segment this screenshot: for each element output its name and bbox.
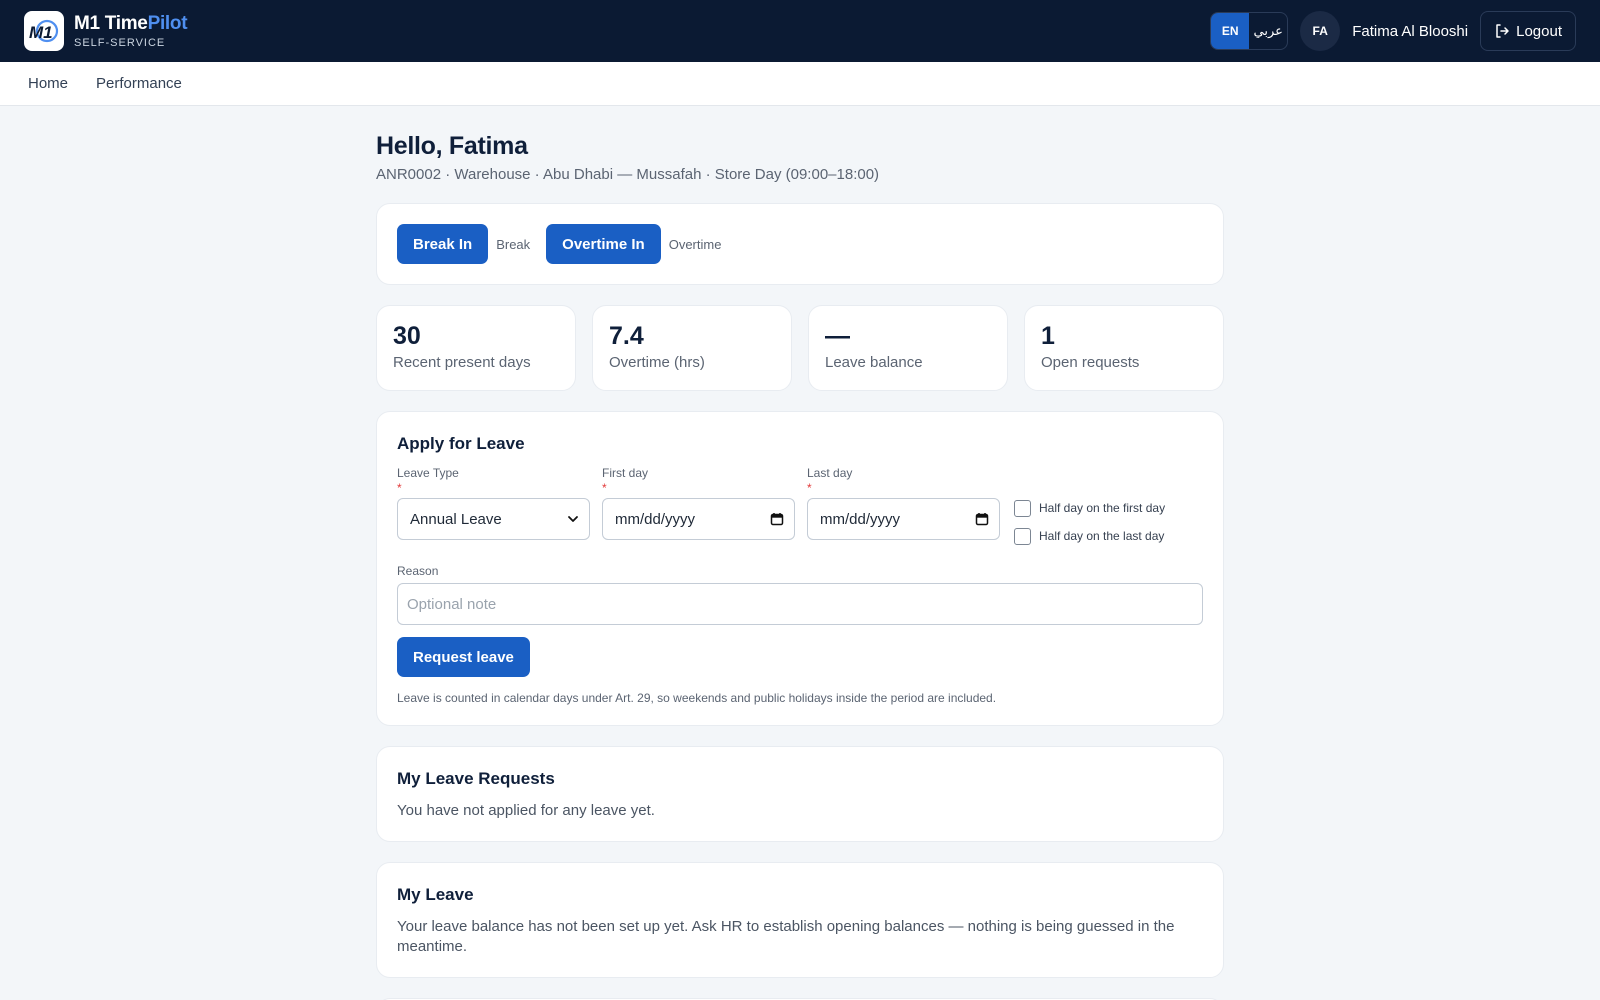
my-leave-card: My Leave Your leave balance has not been…	[376, 862, 1224, 978]
top-bar: M1 M1 TimePilot SELF-SERVICE EN عربي FA …	[0, 0, 1600, 62]
last-day-value: mm/dd/yyyy	[820, 510, 901, 528]
stat-card-overtime: 7.4 Overtime (hrs)	[592, 305, 792, 391]
lang-ar-button[interactable]: عربي	[1249, 13, 1287, 49]
leave-type-field: Leave Type * Annual Leave	[397, 466, 590, 550]
stat-value: 7.4	[609, 322, 644, 350]
request-leave-button[interactable]: Request leave	[397, 637, 530, 677]
time-actions-card: Break In Break Overtime In Overtime	[376, 203, 1224, 285]
required-marker: *	[807, 481, 812, 495]
user-name: Fatima Al Blooshi	[1352, 22, 1469, 40]
svg-text:M1: M1	[29, 23, 53, 42]
reason-input[interactable]: Optional note	[397, 583, 1203, 625]
stat-label: Open requests	[1041, 354, 1140, 371]
my-leave-requests-title: My Leave Requests	[397, 769, 555, 788]
required-marker: *	[397, 481, 402, 495]
last-day-input[interactable]: mm/dd/yyyy	[807, 498, 1000, 540]
last-day-label: Last day	[807, 466, 853, 480]
half-day-last-label: Half day on the last day	[1039, 529, 1165, 543]
half-day-first-checkbox[interactable]	[1014, 499, 1031, 517]
app-title: M1 TimePilot	[74, 13, 188, 34]
brand: M1 TimePilot SELF-SERVICE	[74, 13, 188, 49]
apply-leave-card: Apply for Leave Leave Type * Annual Leav…	[376, 411, 1224, 726]
stat-value: —	[825, 322, 850, 350]
lang-en-button[interactable]: EN	[1211, 13, 1250, 49]
calendar-icon[interactable]	[770, 512, 784, 526]
logo-icon: M1	[29, 19, 59, 43]
first-day-field: First day * mm/dd/yyyy	[602, 466, 795, 550]
half-day-first-label: Half day on the first day	[1039, 501, 1166, 515]
avatar[interactable]: FA	[1300, 11, 1341, 51]
chevron-down-icon	[568, 516, 578, 522]
nav-item-home[interactable]: Home	[28, 75, 68, 92]
calendar-icon[interactable]	[975, 512, 989, 526]
overtime-status-label: Overtime	[668, 236, 722, 252]
my-leave-requests-card: My Leave Requests You have not applied f…	[376, 746, 1224, 842]
stat-card-leave-balance: — Leave balance	[808, 305, 1008, 391]
stat-value: 30	[393, 322, 421, 350]
leave-type-select[interactable]: Annual Leave	[397, 498, 590, 540]
language-switcher: EN عربي	[1210, 12, 1289, 50]
overtime-in-button[interactable]: Overtime In	[546, 224, 661, 264]
stat-value: 1	[1041, 322, 1055, 350]
app-subtitle: SELF-SERVICE	[74, 37, 166, 49]
apply-leave-title: Apply for Leave	[397, 434, 525, 453]
half-day-last-checkbox[interactable]	[1014, 527, 1031, 545]
stat-label: Leave balance	[825, 354, 923, 371]
stat-label: Overtime (hrs)	[609, 354, 705, 371]
app-logo[interactable]: M1	[24, 11, 64, 51]
main-content: Hello, Fatima ANR0002 · Warehouse · Abu …	[376, 106, 1224, 1000]
leave-type-value: Annual Leave	[410, 510, 502, 528]
employee-info: ANR0002 · Warehouse · Abu Dhabi — Mussaf…	[376, 166, 880, 183]
leave-policy-note: Leave is counted in calendar days under …	[397, 691, 997, 705]
empty-requests-message: You have not applied for any leave yet.	[397, 802, 655, 819]
logout-label: Logout	[1516, 22, 1562, 40]
first-day-value: mm/dd/yyyy	[615, 510, 696, 528]
break-in-button[interactable]: Break In	[397, 224, 489, 264]
logout-icon	[1496, 24, 1509, 38]
half-day-last-option[interactable]: Half day on the last day	[1014, 522, 1165, 550]
half-day-first-option[interactable]: Half day on the first day	[1014, 494, 1165, 522]
stat-label: Recent present days	[393, 354, 531, 371]
my-leave-title: My Leave	[397, 885, 474, 904]
stats-row: 30 Recent present days 7.4 Overtime (hrs…	[376, 305, 1224, 391]
first-day-label: First day	[602, 466, 649, 480]
half-day-options: Half day on the first day Half day on th…	[1014, 494, 1165, 550]
nav-item-performance[interactable]: Performance	[96, 75, 182, 92]
logout-button[interactable]: Logout	[1480, 11, 1576, 51]
first-day-input[interactable]: mm/dd/yyyy	[602, 498, 795, 540]
break-status-label: Break	[496, 236, 531, 252]
reason-label: Reason	[397, 564, 439, 578]
required-marker: *	[602, 481, 607, 495]
nav-bar: Home Performance	[0, 62, 1600, 106]
leave-balance-message: Your leave balance has not been set up y…	[397, 918, 1175, 955]
stat-card-present-days: 30 Recent present days	[376, 305, 576, 391]
stat-card-open-requests: 1 Open requests	[1024, 305, 1224, 391]
last-day-field: Last day * mm/dd/yyyy	[807, 466, 1000, 550]
page-title: Hello, Fatima	[376, 132, 528, 160]
leave-type-label: Leave Type	[397, 466, 459, 480]
